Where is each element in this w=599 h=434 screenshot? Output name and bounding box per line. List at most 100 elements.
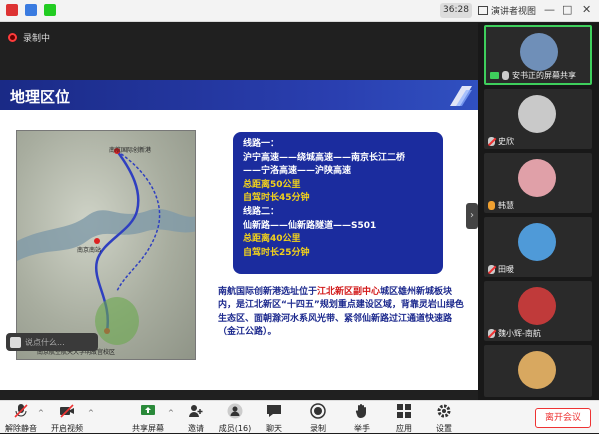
avatar xyxy=(518,95,556,133)
mic-muted-icon xyxy=(488,265,495,274)
mic-muted-icon xyxy=(14,404,28,418)
share-options-caret[interactable]: ^ xyxy=(168,409,174,417)
participant-name: 韩慧 xyxy=(498,201,514,210)
map-label-south-station: 南京南站 xyxy=(77,247,102,254)
participant-name-row: 韩慧 xyxy=(488,200,514,211)
shared-screen-area: 录制中 地理区位 南航国际创新港 南京南站 南京航空航天大学明故宫校区 线路一：… xyxy=(0,23,478,400)
participant-name-row: 史欣 xyxy=(488,136,514,147)
maximize-button[interactable]: □ xyxy=(562,3,572,17)
view-mode-label: 演讲者视图 xyxy=(491,7,537,17)
status-icons xyxy=(6,4,56,16)
signal-icon[interactable] xyxy=(44,4,56,16)
route-distance: 总距离50公里 xyxy=(243,179,301,190)
members-button[interactable]: 成员(16) xyxy=(218,403,252,434)
gear-icon xyxy=(437,404,451,418)
route-duration: 自驾时长45分钟 xyxy=(243,193,310,204)
participant-tile[interactable]: 魏小辉-南航 xyxy=(484,281,592,341)
participant-name: 史欣 xyxy=(498,137,514,146)
map-graphic xyxy=(17,148,195,345)
avatar xyxy=(518,159,556,197)
invite-label: 邀请 xyxy=(188,424,204,433)
video-options-caret[interactable]: ^ xyxy=(88,409,94,417)
apps-grid-icon xyxy=(397,404,411,418)
members-icon xyxy=(227,403,243,419)
share-screen-icon xyxy=(141,405,155,415)
mic-muted-icon xyxy=(488,137,495,146)
hand-icon xyxy=(355,404,366,419)
share-screen-button[interactable]: 共享屏幕 xyxy=(130,403,166,434)
view-mode-button[interactable]: 演讲者视图 xyxy=(478,3,536,18)
avatar xyxy=(518,287,556,325)
avatar xyxy=(518,223,556,261)
raise-hand-button[interactable]: 举手 xyxy=(350,403,374,434)
participant-sidebar: 安书正的屏幕共享 史欣 韩慧 田暖 魏小辉-南航 xyxy=(478,23,599,400)
leave-meeting-button[interactable]: 离开会议 xyxy=(535,408,591,428)
mic-icon xyxy=(502,71,509,80)
record-button[interactable]: 录制 xyxy=(306,403,330,434)
chat-input[interactable]: 说点什么... xyxy=(6,333,98,351)
settings-label: 设置 xyxy=(436,424,452,433)
start-video-label: 开启视频 xyxy=(51,424,83,433)
map-label-innovation-port: 南航国际创新港 xyxy=(109,147,152,154)
desc-highlight: 江北新区副中心 xyxy=(317,287,381,297)
route-distance: 总距离40公里 xyxy=(243,234,301,245)
meeting-timer: 36:28 xyxy=(440,3,472,18)
chat-button[interactable]: 聊天 xyxy=(262,403,286,434)
unmute-label: 解除静音 xyxy=(5,424,37,433)
airline-logo-icon xyxy=(450,86,472,106)
alert-icon[interactable] xyxy=(6,4,18,16)
participant-tile[interactable]: 史欣 xyxy=(484,89,592,149)
participant-name: 田暖 xyxy=(498,265,514,274)
recording-indicator: 录制中 xyxy=(8,31,50,44)
route-line: 仙新路——仙新路隧道——S501 xyxy=(243,220,377,231)
avatar xyxy=(518,351,556,389)
audio-options-caret[interactable]: ^ xyxy=(38,409,44,417)
recording-label: 录制中 xyxy=(23,34,51,44)
route-line: 线路二： xyxy=(243,206,280,217)
add-user-icon xyxy=(189,405,203,417)
location-description: 南航国际创新港选址位于江北新区副中心城区雄州新城板块内，是江北新区“十四五”规划… xyxy=(218,286,466,340)
close-button[interactable]: ✕ xyxy=(582,3,591,17)
members-label: 成员(16) xyxy=(218,424,252,433)
invite-button[interactable]: 邀请 xyxy=(182,403,210,434)
record-label: 录制 xyxy=(310,424,326,433)
mic-icon xyxy=(488,201,495,210)
desc-text: 南航国际创新港选址位于 xyxy=(218,287,318,297)
grid-icon xyxy=(478,6,488,15)
participant-name-row: 安书正的屏幕共享 xyxy=(490,70,576,81)
participant-tile[interactable]: 韩慧 xyxy=(484,153,592,213)
title-bar: 36:28 演讲者视图 — □ ✕ xyxy=(0,0,599,22)
record-icon xyxy=(310,403,326,419)
settings-button[interactable]: 设置 xyxy=(432,403,456,434)
screen-share-icon xyxy=(490,72,499,79)
camera-off-icon xyxy=(60,404,74,418)
meeting-toolbar: 解除静音 ^ 开启视频 ^ 共享屏幕 ^ 邀请 成员(16) 聊天 录制 举手 … xyxy=(0,400,599,433)
apps-button[interactable]: 应用 xyxy=(392,403,416,434)
participant-name: 魏小辉-南航 xyxy=(498,329,541,338)
route-line: 线路一： xyxy=(243,139,280,149)
shield-icon[interactable] xyxy=(25,4,37,16)
participant-tile[interactable]: 田暖 xyxy=(484,217,592,277)
raise-hand-label: 举手 xyxy=(354,424,370,433)
slide-title: 地理区位 xyxy=(10,88,71,106)
chat-label: 聊天 xyxy=(266,424,282,433)
mic-muted-icon xyxy=(488,329,495,338)
avatar xyxy=(520,33,558,71)
route-line: ——宁洛高速——沪陕高速 xyxy=(243,166,352,177)
unmute-button[interactable]: 解除静音 xyxy=(4,403,38,434)
participant-name-row: 田暖 xyxy=(488,264,514,275)
participant-name: 安书正的屏幕共享 xyxy=(512,71,576,80)
participant-tile[interactable] xyxy=(484,345,592,397)
participant-name-row: 魏小辉-南航 xyxy=(488,328,541,339)
location-map: 南航国际创新港 南京南站 南京航空航天大学明故宫校区 xyxy=(16,130,196,360)
record-dot-icon xyxy=(8,33,17,42)
route-info-box: 线路一： 沪宁高速——绕城高速——南京长江二桥 ——宁洛高速——沪陕高速 总距离… xyxy=(233,132,443,274)
chat-bubble-icon xyxy=(267,405,281,417)
slide-header: 地理区位 xyxy=(0,80,478,110)
start-video-button[interactable]: 开启视频 xyxy=(48,403,86,434)
participant-tile[interactable]: 安书正的屏幕共享 xyxy=(484,25,592,85)
collapse-sidebar-button[interactable]: › xyxy=(466,203,478,229)
apps-label: 应用 xyxy=(396,424,412,433)
minimize-button[interactable]: — xyxy=(544,3,555,17)
chat-placeholder: 说点什么... xyxy=(25,337,65,347)
